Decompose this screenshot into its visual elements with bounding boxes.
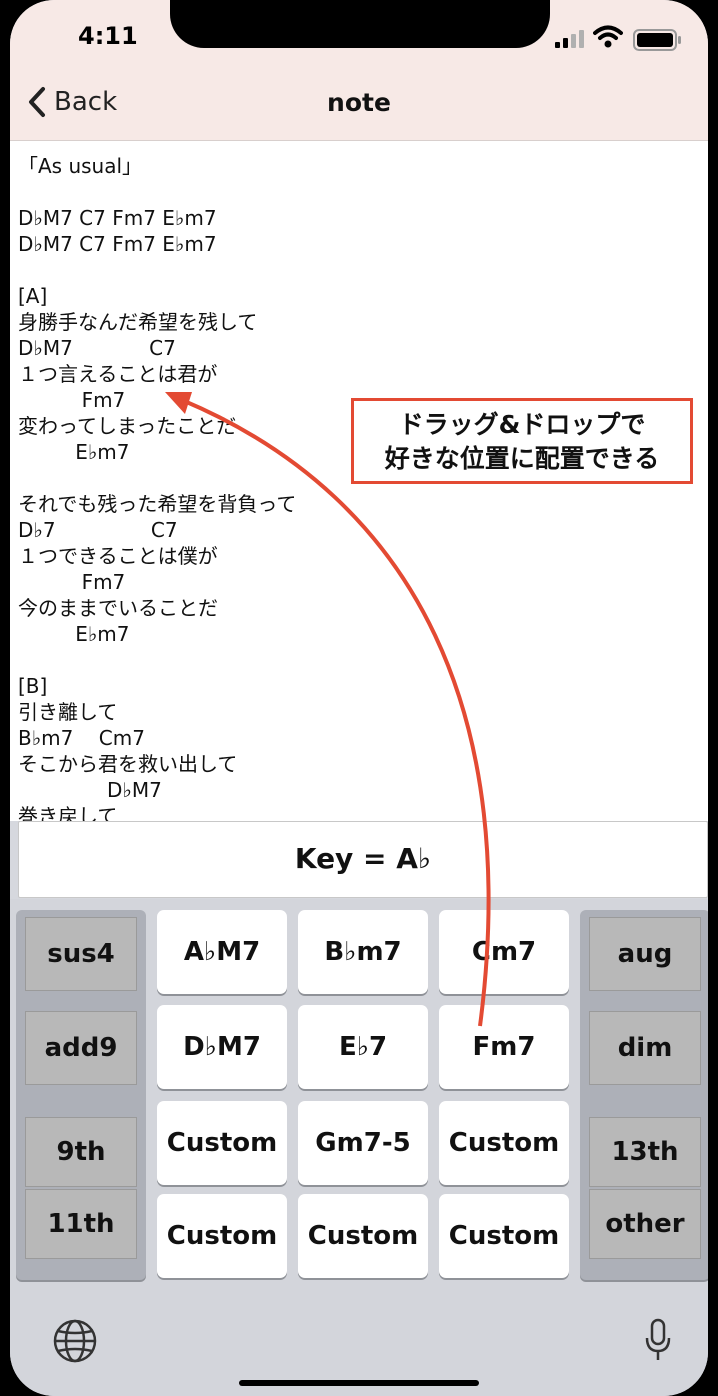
drag-arrow-annotation (165, 392, 491, 1027)
callout-line-2: 好きな位置に配置できる (384, 444, 660, 473)
drag-drop-callout: ドラッグ&ドロップで 好きな位置に配置できる (351, 398, 693, 484)
callout-line-1: ドラッグ&ドロップで (398, 410, 646, 439)
